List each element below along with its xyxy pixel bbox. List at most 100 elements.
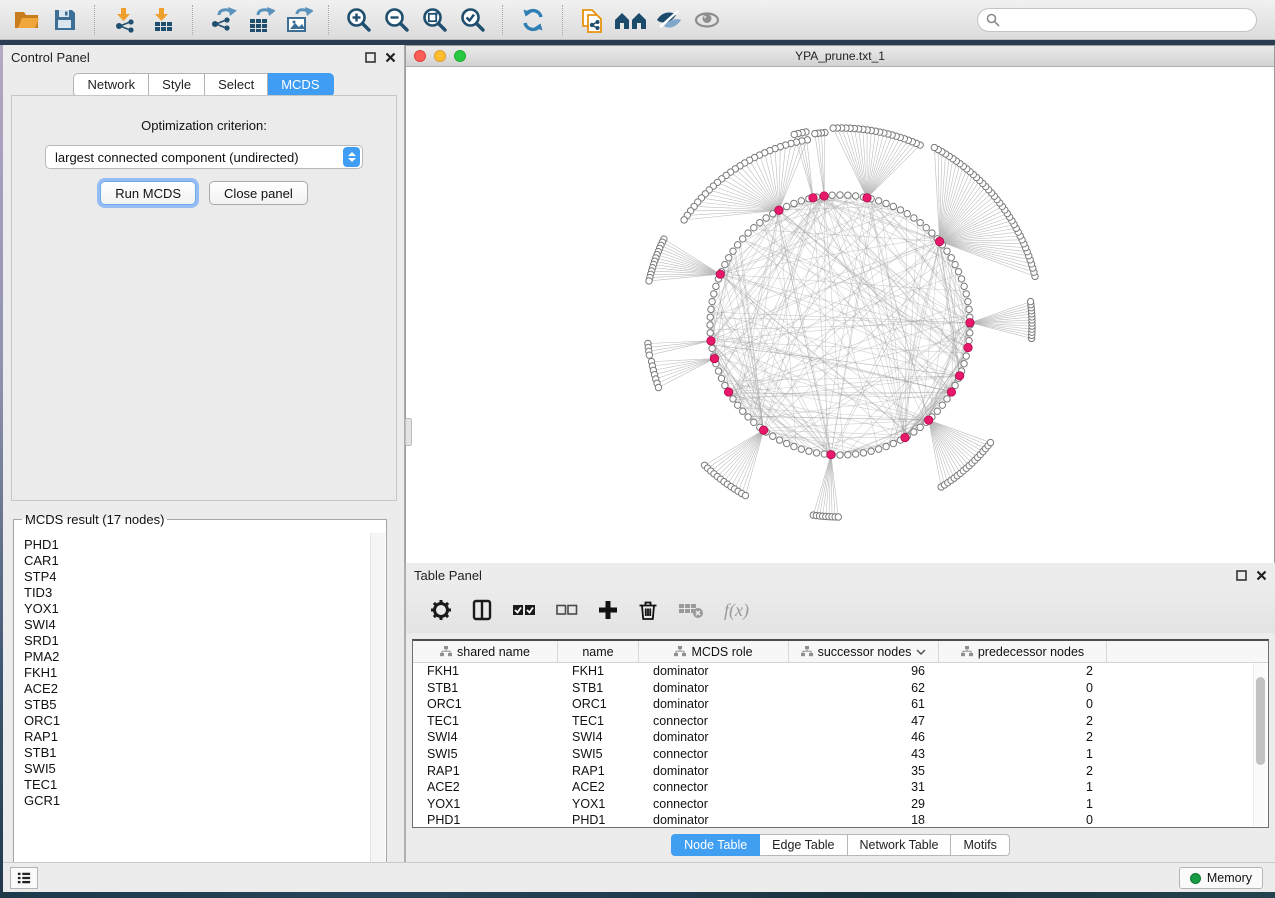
- table-cell[interactable]: 2: [939, 763, 1107, 780]
- mcds-result-item[interactable]: ORC1: [24, 713, 371, 729]
- show-columns-button[interactable]: [472, 599, 492, 621]
- mcds-result-item[interactable]: PHD1: [24, 537, 371, 553]
- table-scrollbar[interactable]: [1253, 663, 1267, 826]
- mcds-result-item[interactable]: STB1: [24, 745, 371, 761]
- float-table-panel-icon[interactable]: [1236, 570, 1247, 581]
- mcds-result-item[interactable]: YOX1: [24, 601, 371, 617]
- tab-mcds[interactable]: MCDS: [268, 73, 333, 97]
- network-window-titlebar[interactable]: YPA_prune.txt_1: [406, 46, 1274, 67]
- tab-style[interactable]: Style: [149, 73, 205, 97]
- search-input[interactable]: [1005, 12, 1248, 28]
- table-cell[interactable]: ACE2: [413, 779, 558, 796]
- zoom-in-button[interactable]: [342, 4, 376, 36]
- table-cell[interactable]: 2: [939, 663, 1107, 680]
- column-header-name[interactable]: name: [558, 641, 639, 662]
- table-cell[interactable]: PHD1: [558, 812, 639, 828]
- close-table-panel-icon[interactable]: [1256, 570, 1267, 581]
- float-panel-icon[interactable]: [365, 52, 376, 63]
- mcds-result-item[interactable]: ACE2: [24, 681, 371, 697]
- create-column-button[interactable]: [598, 600, 618, 620]
- table-cell[interactable]: dominator: [639, 729, 789, 746]
- table-settings-button[interactable]: [430, 599, 452, 621]
- table-cell[interactable]: YOX1: [558, 796, 639, 813]
- table-row[interactable]: FKH1FKH1dominator962: [413, 663, 1268, 680]
- table-cell[interactable]: 43: [789, 746, 939, 763]
- tab-node-table[interactable]: Node Table: [671, 834, 760, 856]
- table-cell[interactable]: ORC1: [558, 696, 639, 713]
- panel-splitter-handle[interactable]: [405, 418, 412, 446]
- table-cell[interactable]: dominator: [639, 680, 789, 697]
- column-header-successor-nodes[interactable]: successor nodes: [789, 641, 939, 662]
- memory-button[interactable]: Memory: [1179, 867, 1263, 889]
- network-canvas[interactable]: [406, 67, 1274, 563]
- table-cell[interactable]: connector: [639, 796, 789, 813]
- table-cell[interactable]: SWI5: [558, 746, 639, 763]
- table-scrollbar-thumb[interactable]: [1256, 677, 1265, 765]
- mcds-result-item[interactable]: SWI5: [24, 761, 371, 777]
- tab-edge-table[interactable]: Edge Table: [760, 834, 847, 856]
- export-network-button[interactable]: [206, 4, 240, 36]
- table-cell[interactable]: 0: [939, 812, 1107, 828]
- table-cell[interactable]: 46: [789, 729, 939, 746]
- table-cell[interactable]: connector: [639, 746, 789, 763]
- column-header-mcds-role[interactable]: MCDS role: [639, 641, 789, 662]
- mcds-result-scrollbar[interactable]: [370, 533, 385, 880]
- run-mcds-button[interactable]: Run MCDS: [100, 181, 196, 205]
- table-cell[interactable]: 1: [939, 779, 1107, 796]
- table-row[interactable]: TEC1TEC1connector472: [413, 713, 1268, 730]
- table-row[interactable]: STB1STB1dominator620: [413, 680, 1268, 697]
- mcds-result-item[interactable]: SWI4: [24, 617, 371, 633]
- table-cell[interactable]: STB1: [413, 680, 558, 697]
- show-log-button[interactable]: [10, 867, 38, 889]
- mcds-result-item[interactable]: TEC1: [24, 777, 371, 793]
- table-cell[interactable]: FKH1: [413, 663, 558, 680]
- table-cell[interactable]: connector: [639, 779, 789, 796]
- table-cell[interactable]: dominator: [639, 696, 789, 713]
- table-cell[interactable]: 61: [789, 696, 939, 713]
- table-row[interactable]: RAP1RAP1dominator352: [413, 763, 1268, 780]
- table-cell[interactable]: 31: [789, 779, 939, 796]
- mcds-result-item[interactable]: STP4: [24, 569, 371, 585]
- column-header-predecessor-nodes[interactable]: predecessor nodes: [939, 641, 1107, 662]
- table-cell[interactable]: SWI5: [413, 746, 558, 763]
- table-cell[interactable]: SWI4: [413, 729, 558, 746]
- refresh-layout-button[interactable]: [516, 4, 550, 36]
- import-table-button[interactable]: [146, 4, 180, 36]
- table-cell[interactable]: 1: [939, 746, 1107, 763]
- table-cell[interactable]: dominator: [639, 812, 789, 828]
- table-cell[interactable]: 0: [939, 696, 1107, 713]
- table-cell[interactable]: ACE2: [558, 779, 639, 796]
- table-row[interactable]: PHD1PHD1dominator180: [413, 812, 1268, 828]
- table-cell[interactable]: SWI4: [558, 729, 639, 746]
- select-all-columns-button[interactable]: [512, 603, 536, 617]
- table-cell[interactable]: RAP1: [558, 763, 639, 780]
- tab-network[interactable]: Network: [73, 73, 149, 97]
- export-table-button[interactable]: [244, 4, 278, 36]
- table-cell[interactable]: 62: [789, 680, 939, 697]
- mcds-result-item[interactable]: PMA2: [24, 649, 371, 665]
- table-cell[interactable]: PHD1: [413, 812, 558, 828]
- table-row[interactable]: YOX1YOX1connector291: [413, 796, 1268, 813]
- show-hide-graphics-details-button[interactable]: [652, 4, 686, 36]
- mcds-result-item[interactable]: SRD1: [24, 633, 371, 649]
- table-cell[interactable]: dominator: [639, 763, 789, 780]
- table-cell[interactable]: 2: [939, 713, 1107, 730]
- table-cell[interactable]: 35: [789, 763, 939, 780]
- table-cell[interactable]: STB1: [558, 680, 639, 697]
- import-network-button[interactable]: [108, 4, 142, 36]
- table-cell[interactable]: 2: [939, 729, 1107, 746]
- table-cell[interactable]: connector: [639, 713, 789, 730]
- network-view[interactable]: [406, 67, 1274, 563]
- mcds-result-item[interactable]: TID3: [24, 585, 371, 601]
- tab-select[interactable]: Select: [205, 73, 268, 97]
- mcds-result-item[interactable]: FKH1: [24, 665, 371, 681]
- clone-network-button[interactable]: [576, 4, 610, 36]
- delete-column-button[interactable]: [638, 599, 658, 621]
- tab-network-table[interactable]: Network Table: [848, 834, 952, 856]
- first-neighbors-button[interactable]: [614, 4, 648, 36]
- search-box[interactable]: [977, 8, 1257, 32]
- table-cell[interactable]: FKH1: [558, 663, 639, 680]
- table-cell[interactable]: 18: [789, 812, 939, 828]
- optimization-criterion-select[interactable]: largest connected component (undirected): [45, 145, 363, 169]
- open-file-button[interactable]: [10, 4, 44, 36]
